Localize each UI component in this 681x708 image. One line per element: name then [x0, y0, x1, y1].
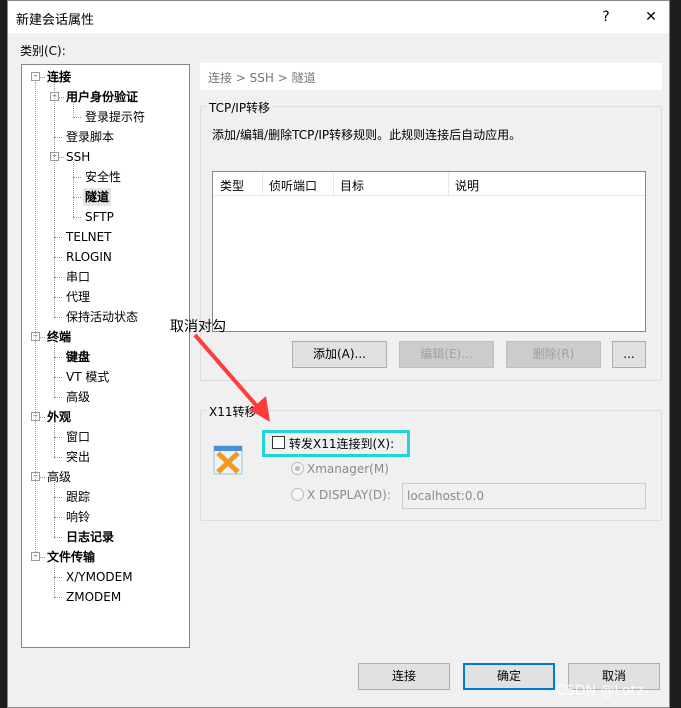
column-target[interactable]: 目标: [334, 172, 449, 196]
title-bar: 新建会话属性 ? ✕: [8, 1, 669, 33]
list-header: 类型 侦听端口 目标 说明: [213, 172, 645, 196]
connect-button[interactable]: 连接: [358, 663, 450, 690]
xdisplay-label: X DISPLAY(D):: [307, 488, 391, 502]
tree-item[interactable]: 键盘: [64, 348, 92, 366]
tree-item[interactable]: SFTP: [83, 208, 116, 226]
xmanager-radio[interactable]: [291, 462, 304, 475]
tree-item[interactable]: SSH: [64, 148, 92, 166]
xmanager-label: Xmanager(M): [307, 462, 389, 476]
tree-item[interactable]: 高级: [45, 468, 73, 486]
tree-item[interactable]: X/YMODEM: [64, 568, 135, 586]
tree-item[interactable]: 登录脚本: [64, 128, 116, 146]
tree-item[interactable]: 文件传输: [45, 548, 97, 566]
category-tree[interactable]: 连接 – 用户身份验证 – 登录提示符 登录脚本 SSH – 安全性 隧道 SFTP TELNET RL…: [21, 64, 190, 648]
column-description[interactable]: 说明: [449, 172, 645, 196]
column-listen-port[interactable]: 侦听端口: [263, 172, 334, 196]
tree-item[interactable]: 用户身份验证: [64, 88, 140, 106]
tunnel-rules-list[interactable]: 类型 侦听端口 目标 说明: [212, 171, 646, 332]
more-button[interactable]: ...: [612, 341, 646, 368]
xdisplay-input[interactable]: localhost:0.0: [402, 483, 646, 509]
forward-x11-label[interactable]: 转发X11连接到(X):: [289, 435, 394, 452]
watermark: CSDN @Lotz: [556, 683, 644, 699]
tree-item[interactable]: 保持活动状态: [64, 308, 140, 326]
tree-item[interactable]: VT 模式: [64, 368, 111, 386]
collapse-icon[interactable]: –: [31, 552, 40, 561]
tree-item[interactable]: 串口: [64, 268, 92, 286]
xdisplay-radio[interactable]: [291, 488, 304, 501]
tree-item[interactable]: 连接: [45, 68, 73, 86]
category-label: 类别(C):: [20, 44, 66, 58]
tree-item[interactable]: 日志记录: [64, 528, 116, 546]
tree-item[interactable]: 安全性: [83, 168, 123, 186]
window-title: 新建会话属性: [16, 13, 95, 28]
tree-item[interactable]: 终端: [45, 328, 73, 346]
add-button[interactable]: 添加(A)...: [292, 341, 387, 368]
tree-item[interactable]: 登录提示符: [83, 108, 147, 126]
ok-button[interactable]: 确定: [463, 663, 555, 690]
tree-item[interactable]: 突出: [64, 448, 92, 466]
tcpip-group-title: TCP/IP转移: [207, 99, 273, 116]
tree-item[interactable]: TELNET: [64, 228, 114, 246]
tree-item[interactable]: RLOGIN: [64, 248, 114, 266]
tree-item[interactable]: 高级: [64, 388, 92, 406]
edit-button[interactable]: 编辑(E)...: [399, 341, 494, 368]
tree-item[interactable]: 窗口: [64, 428, 92, 446]
tree-item[interactable]: 代理: [64, 288, 92, 306]
help-button[interactable]: ?: [591, 5, 621, 29]
tree-item[interactable]: 外观: [45, 408, 73, 426]
annotation-arrow: [193, 333, 270, 422]
column-type[interactable]: 类型: [213, 172, 263, 196]
tree-item[interactable]: 响铃: [64, 508, 92, 526]
xmanager-icon: [213, 445, 243, 475]
collapse-icon[interactable]: –: [31, 72, 40, 81]
tcpip-description: 添加/编辑/删除TCP/IP转移规则。此规则连接后自动应用。: [212, 128, 522, 142]
close-button[interactable]: ✕: [636, 5, 666, 29]
tree-item[interactable]: 隧道: [83, 188, 112, 206]
delete-button[interactable]: 删除(R): [506, 341, 601, 368]
breadcrumb: 连接 > SSH > 隧道: [200, 63, 662, 90]
tree-item[interactable]: 跟踪: [64, 488, 92, 506]
forward-x11-checkbox[interactable]: [272, 436, 285, 449]
session-properties-dialog: 新建会话属性 ? ✕ 类别(C): 连接 – 用户身份验证 – 登录提示符 登录脚本 SSH…: [7, 0, 670, 708]
tree-item[interactable]: ZMODEM: [64, 588, 123, 606]
